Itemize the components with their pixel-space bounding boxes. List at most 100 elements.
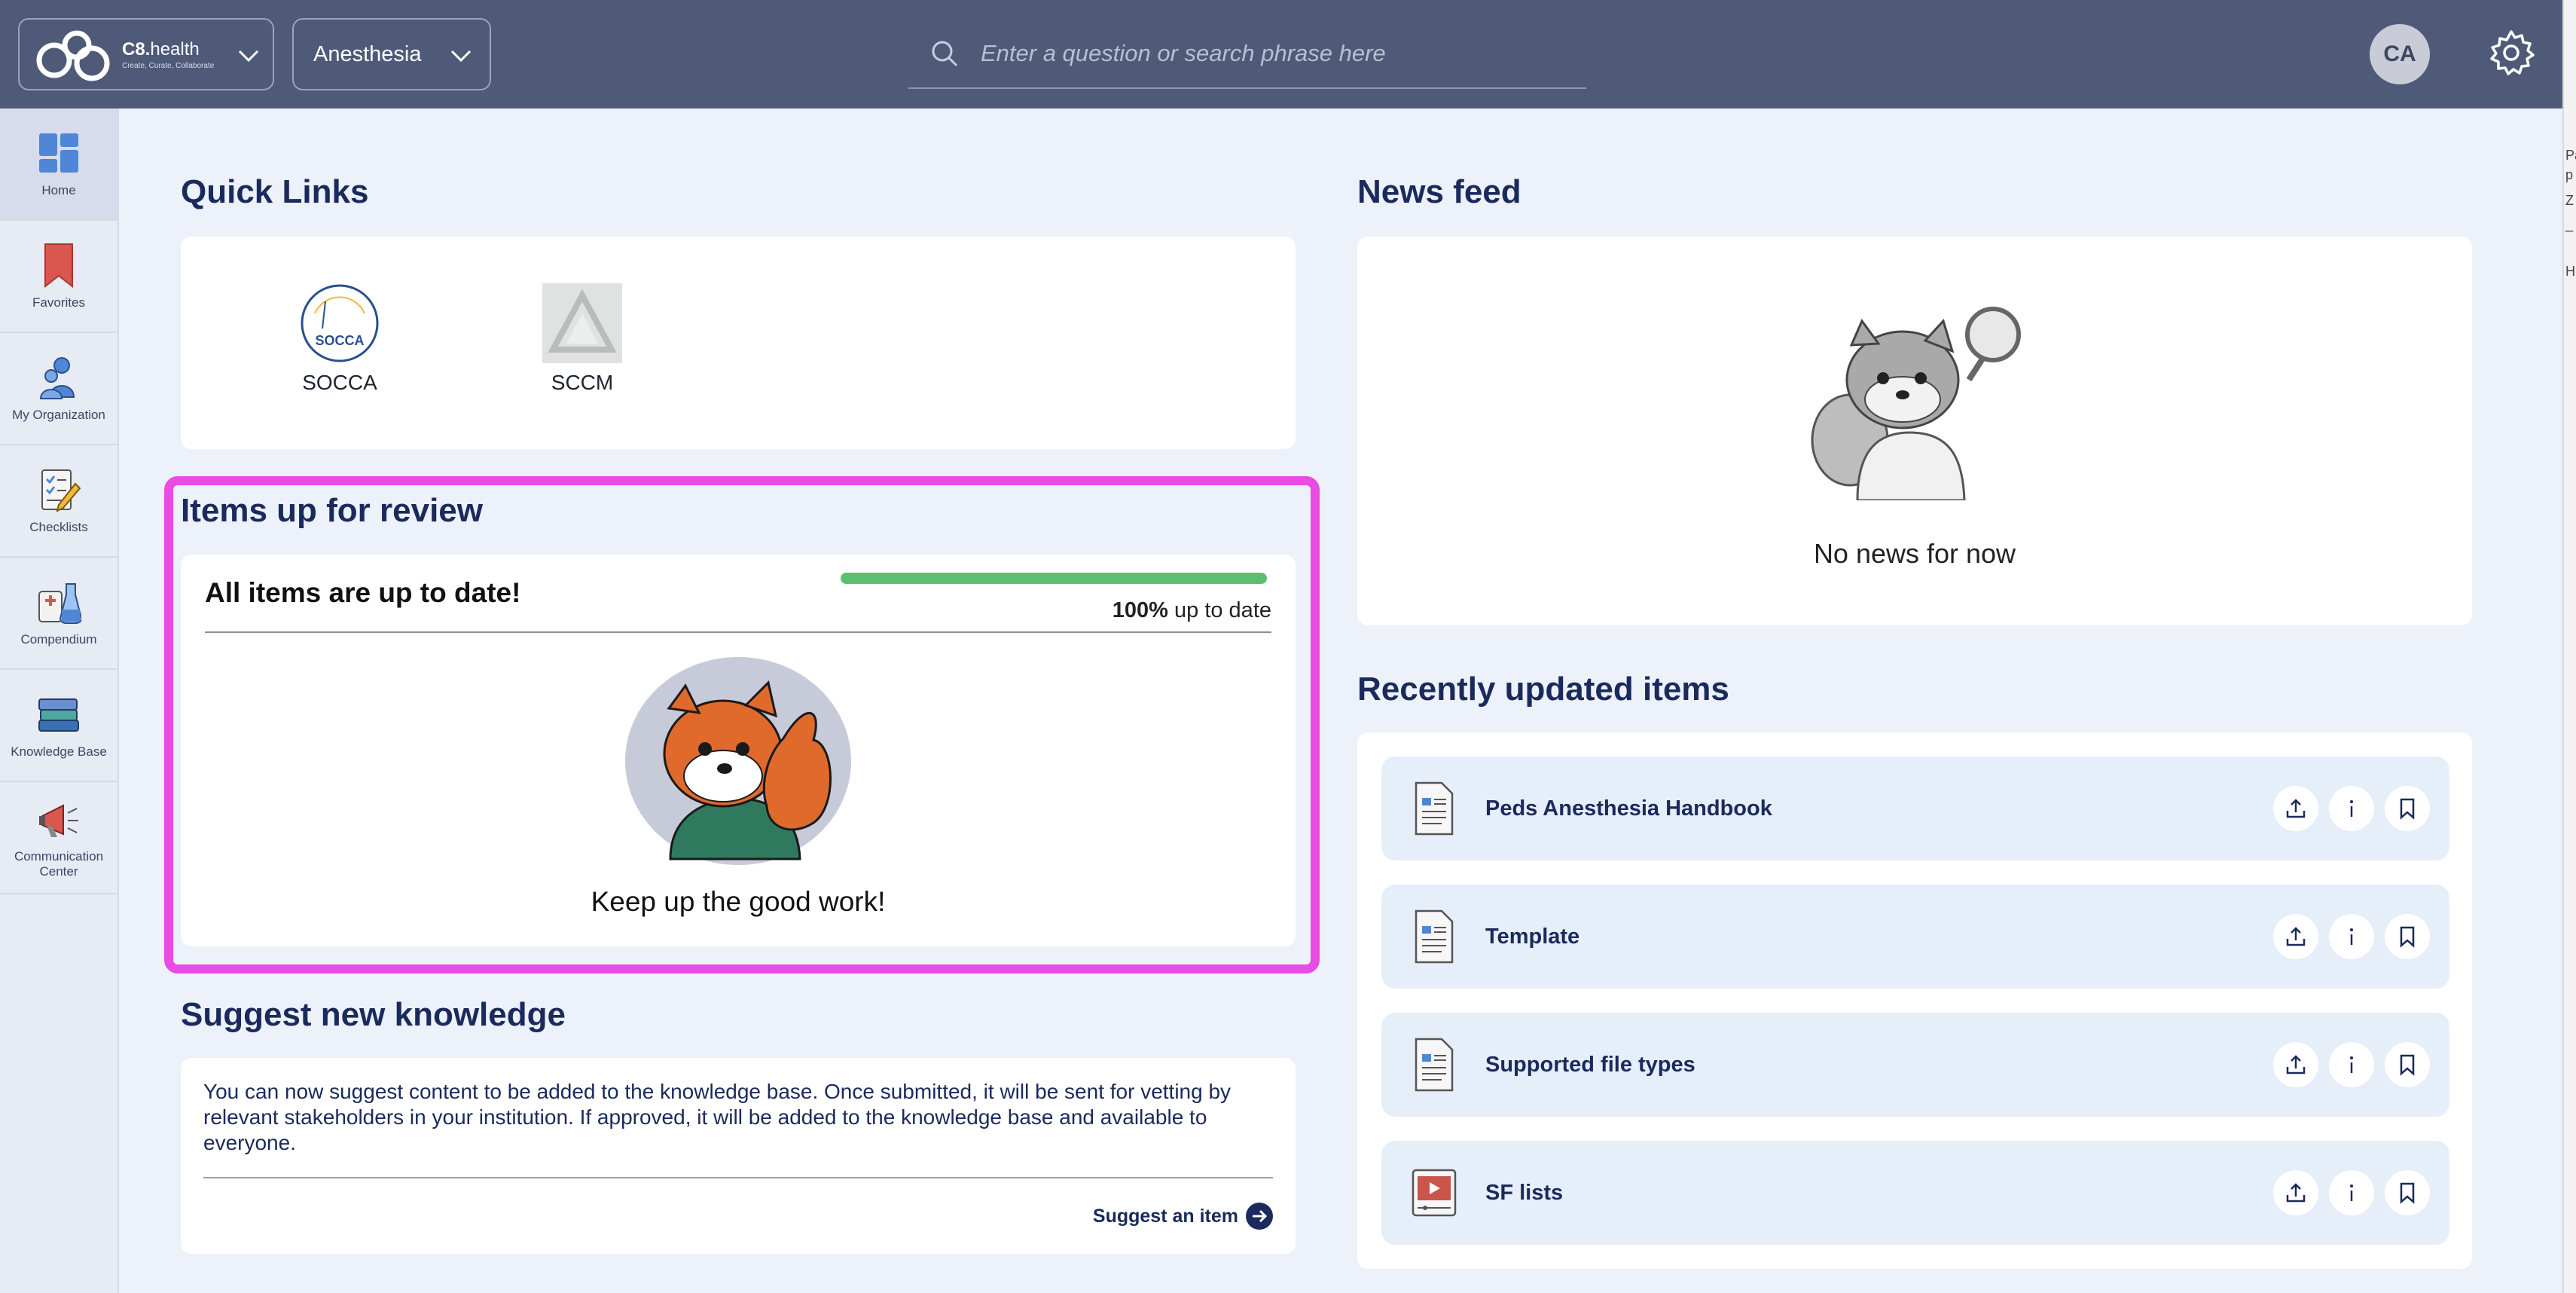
share-button[interactable] — [2273, 1042, 2318, 1087]
brand-name: C8. — [122, 38, 151, 60]
brand-tagline: Create, Curate, Collaborate — [122, 61, 215, 70]
sidebar-item-communication-center[interactable]: Communication Center — [0, 782, 118, 894]
suggest-card: You can now suggest content to be added … — [181, 1058, 1296, 1254]
news-feed-title: News feed — [1357, 173, 1521, 210]
edge-fragment: Z — [2565, 193, 2574, 208]
review-card: All items are up to date! 100% up to dat… — [181, 555, 1296, 946]
edge-fragment: p — [2565, 167, 2574, 182]
socca-logo: SOCCA — [301, 284, 379, 362]
quick-links-card: SOCCA SOCCA SCCM — [181, 237, 1296, 449]
divider — [203, 1177, 1273, 1178]
item-title: Supported file types — [1485, 1052, 1695, 1077]
bookmark-button[interactable] — [2385, 786, 2430, 831]
share-button[interactable] — [2273, 914, 2318, 959]
info-icon — [2350, 1184, 2353, 1201]
quick-link-sccm[interactable]: SCCM — [542, 283, 622, 395]
list-item[interactable]: SF lists — [1381, 1141, 2449, 1245]
top-bar: C8.health Create, Curate, Collaborate An… — [0, 0, 2562, 109]
bookmark-button[interactable] — [2385, 1042, 2430, 1087]
suggest-title: Suggest new knowledge — [181, 996, 566, 1033]
review-percent-suffix: up to date — [1174, 598, 1271, 622]
red-panda-thumbs-up-illustration — [625, 657, 851, 865]
info-button[interactable] — [2329, 1042, 2374, 1087]
upload-icon — [2286, 799, 2306, 818]
review-message: Keep up the good work! — [591, 886, 886, 917]
sidebar-item-label: Home — [41, 182, 76, 197]
list-item[interactable]: Supported file types — [1381, 1013, 2449, 1117]
sidebar-item-label: Knowledge Base — [11, 744, 107, 759]
department-selector[interactable]: Anesthesia — [292, 18, 491, 90]
info-icon — [2350, 800, 2353, 817]
upload-icon — [2286, 1183, 2306, 1203]
review-progress-fill — [841, 573, 1267, 584]
info-button[interactable] — [2329, 1170, 2374, 1215]
sidebar-item-label: Favorites — [32, 295, 85, 310]
divider — [205, 631, 1271, 633]
list-item[interactable]: Template — [1381, 885, 2449, 989]
info-icon — [2350, 1056, 2353, 1073]
info-button[interactable] — [2329, 786, 2374, 831]
upload-icon — [2286, 927, 2306, 946]
bookmark-button[interactable] — [2385, 1170, 2430, 1215]
suggest-item-link[interactable]: Suggest an item — [1093, 1203, 1273, 1230]
flask-icon — [38, 582, 81, 624]
sidebar-item-label: My Organization — [12, 407, 105, 422]
bookmark-icon — [2400, 926, 2415, 948]
review-title: Items up for review — [181, 492, 484, 529]
c8-logo-icon — [36, 30, 110, 81]
sidebar-item-my-organization[interactable]: My Organization — [0, 333, 118, 445]
sidebar-item-favorites[interactable]: Favorites — [0, 221, 118, 333]
user-avatar[interactable]: CA — [2370, 24, 2430, 84]
sidebar-item-home[interactable]: Home — [0, 109, 118, 221]
sccm-logo — [542, 283, 622, 363]
review-progress-bar — [841, 573, 1267, 584]
review-percent: 100% — [1112, 598, 1168, 622]
books-icon — [38, 698, 79, 732]
sidebar-item-knowledge-base[interactable]: Knowledge Base — [0, 670, 118, 782]
quick-links-title: Quick Links — [181, 173, 369, 210]
brand-suffix: health — [150, 38, 200, 60]
people-icon — [39, 356, 75, 399]
bookmark-icon — [2400, 1182, 2415, 1204]
video-icon — [1412, 1169, 1457, 1217]
info-icon — [2350, 928, 2353, 945]
info-button[interactable] — [2329, 914, 2374, 959]
grid-icon — [39, 133, 78, 173]
checklist-icon — [41, 469, 81, 512]
share-button[interactable] — [2273, 1170, 2318, 1215]
organization-selector[interactable]: C8.health Create, Curate, Collaborate — [18, 18, 274, 90]
sidebar-item-label: Checklists — [29, 519, 88, 534]
sidebar-item-checklists[interactable]: Checklists — [0, 445, 118, 558]
brand-text: C8.health Create, Curate, Collaborate — [122, 39, 214, 70]
edge-fragment: _ — [2565, 217, 2574, 232]
arrow-right-circle-icon — [1246, 1203, 1273, 1230]
gear-icon[interactable] — [2486, 27, 2537, 78]
search-icon — [932, 41, 958, 67]
item-title: Template — [1485, 924, 1580, 949]
document-icon — [1415, 1038, 1454, 1092]
background-window-edge: Pa p Z _ H — [2562, 0, 2576, 1293]
item-title: Peds Anesthesia Handbook — [1485, 796, 1772, 821]
bookmark-button[interactable] — [2385, 914, 2430, 959]
edge-fragment: H — [2565, 264, 2575, 279]
suggest-description: You can now suggest content to be added … — [203, 1080, 1232, 1154]
quick-link-socca[interactable]: SOCCA SOCCA — [300, 283, 380, 395]
list-item[interactable]: Peds Anesthesia Handbook — [1381, 757, 2449, 860]
share-button[interactable] — [2273, 786, 2318, 831]
search-input[interactable] — [981, 31, 1586, 76]
sidebar-item-label: Communication Center — [14, 848, 104, 879]
review-status-text: All items are up to date! — [205, 577, 521, 608]
bookmark-icon — [2400, 798, 2415, 820]
bookmark-icon — [44, 243, 73, 288]
quick-link-label: SOCCA — [302, 371, 377, 394]
socca-logo-text: SOCCA — [315, 333, 364, 348]
document-icon — [1415, 781, 1454, 836]
sidebar-item-compendium[interactable]: Compendium — [0, 558, 118, 670]
chevron-down-icon — [450, 50, 472, 63]
news-feed-card: No news for now — [1357, 237, 2472, 625]
document-icon — [1415, 909, 1454, 964]
upload-icon — [2286, 1055, 2306, 1074]
sidebar-item-label: Compendium — [20, 631, 97, 646]
item-title: SF lists — [1485, 1180, 1564, 1205]
news-empty-message: No news for now — [1813, 538, 2016, 569]
